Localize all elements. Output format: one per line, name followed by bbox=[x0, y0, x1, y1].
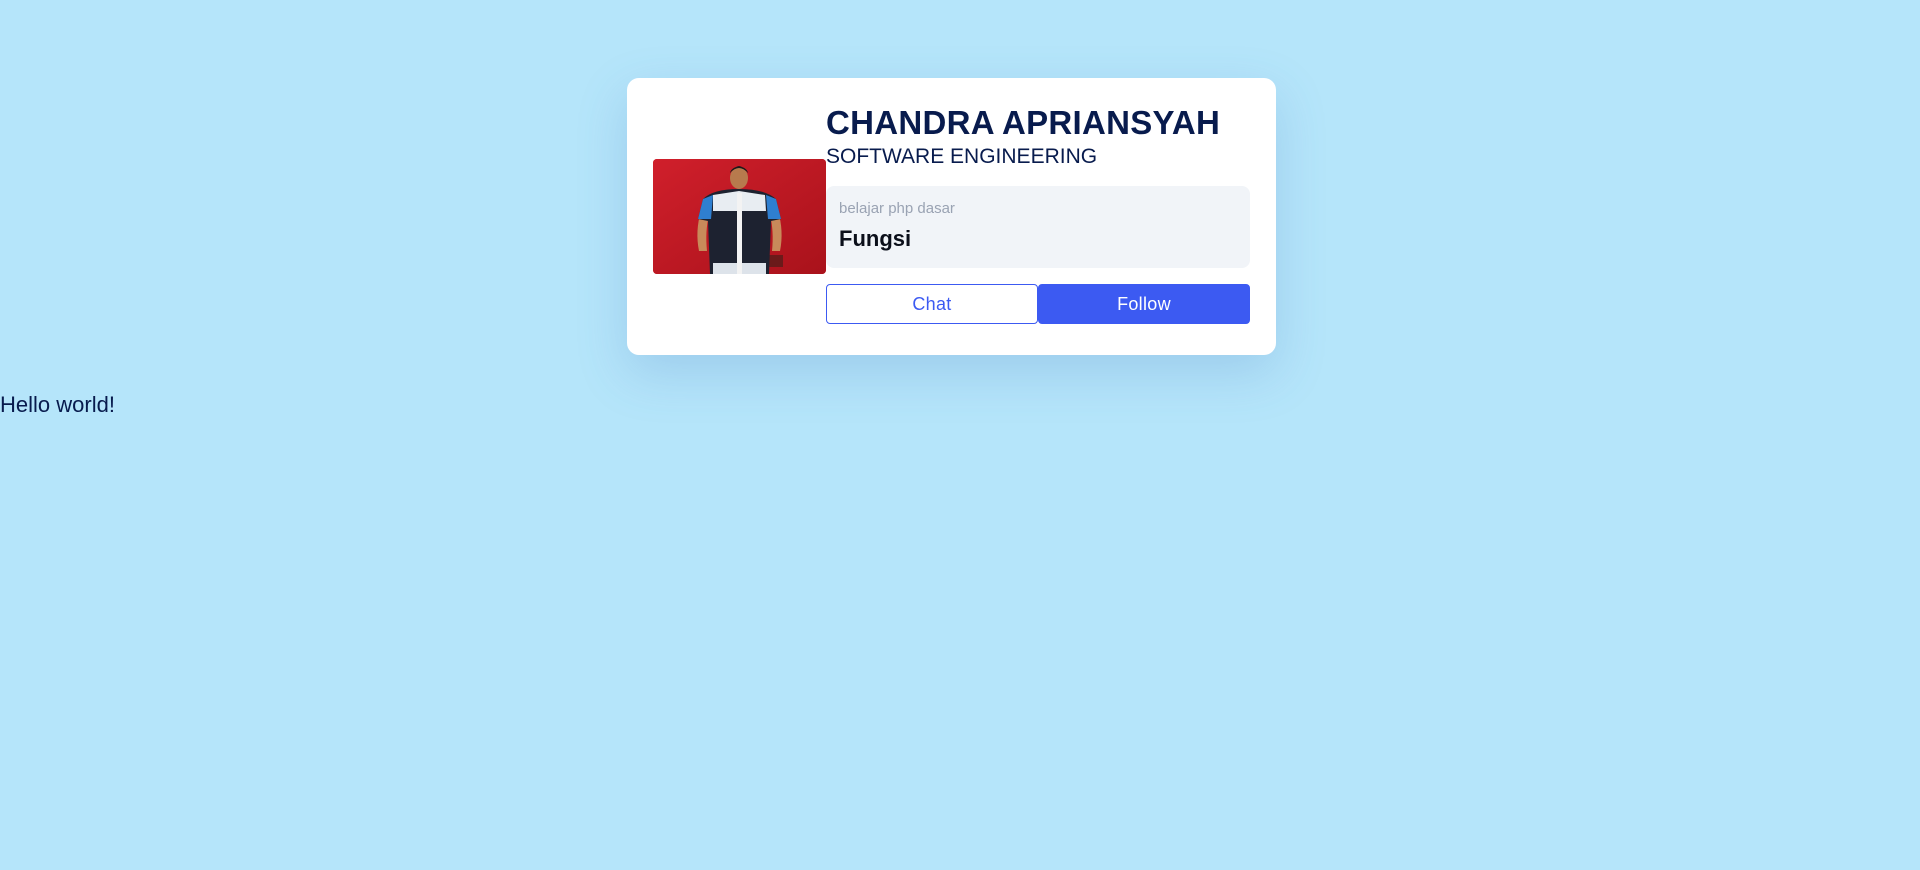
profile-name: CHANDRA APRIANSYAH bbox=[826, 104, 1221, 141]
topic-caption: belajar php dasar bbox=[839, 200, 955, 217]
topic-box: belajar php dasar Fungsi bbox=[826, 186, 1250, 268]
profile-card: CHANDRA APRIANSYAH SOFTWARE ENGINEERING … bbox=[627, 78, 1276, 355]
follow-button[interactable]: Follow bbox=[1038, 284, 1250, 324]
topic-title: Fungsi bbox=[839, 226, 912, 251]
action-buttons: Chat Follow bbox=[826, 284, 1250, 324]
person-portrait-icon bbox=[653, 159, 826, 274]
chat-button[interactable]: Chat bbox=[826, 284, 1038, 324]
hello-text: Hello world! bbox=[0, 392, 115, 417]
profile-info: CHANDRA APRIANSYAH SOFTWARE ENGINEERING … bbox=[826, 104, 1250, 324]
profile-photo bbox=[653, 159, 826, 274]
profile-role: SOFTWARE ENGINEERING bbox=[826, 145, 1098, 168]
